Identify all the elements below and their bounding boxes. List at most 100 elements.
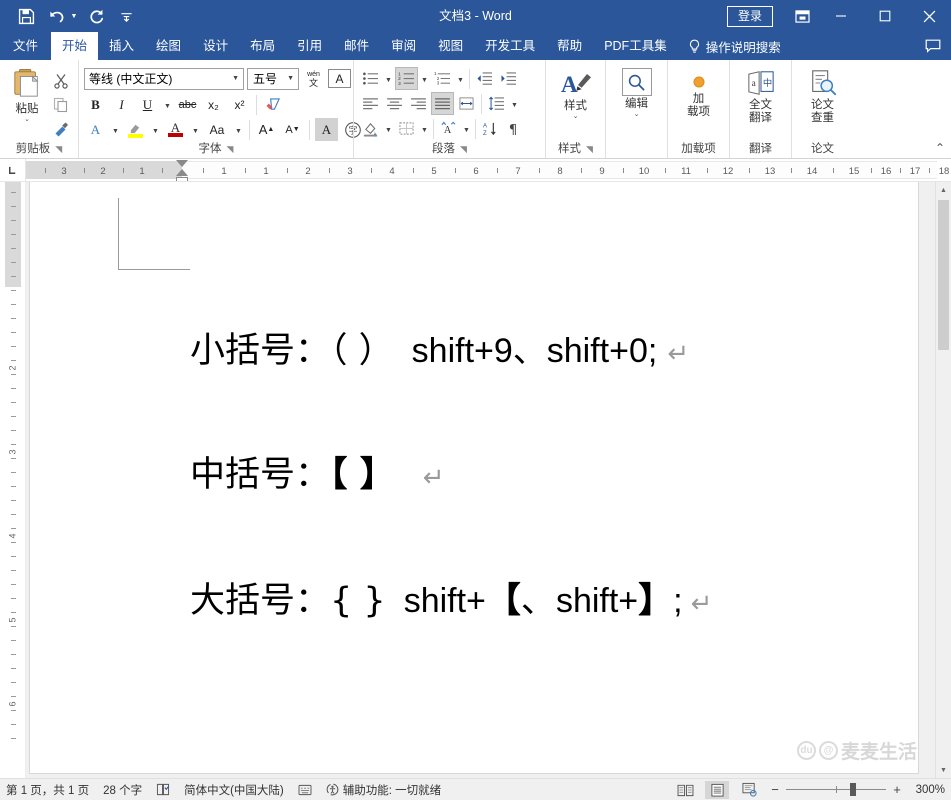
page-indicator[interactable]: 第 1 页，共 1 页 <box>6 782 89 798</box>
document-page[interactable]: 小括号：（ ） shift+9、shift+0; ↵ 中括号：【 】 ↵ 大括号：{ … <box>29 182 919 774</box>
align-left-icon[interactable] <box>359 92 382 115</box>
font-color-caret[interactable]: ▼ <box>190 118 201 141</box>
cut-icon[interactable] <box>49 70 73 92</box>
tab-draw[interactable]: 绘图 <box>145 32 192 60</box>
qat-more-icon[interactable] <box>112 3 140 29</box>
character-shading-icon[interactable]: A <box>315 118 338 141</box>
addins-button[interactable]: 加 载项 <box>673 65 724 119</box>
hanging-indent-marker[interactable] <box>176 169 188 176</box>
doc-line-2[interactable]: 中括号：【 】 ↵ <box>190 446 445 497</box>
tell-me-search[interactable]: 操作说明搜索 <box>678 32 791 60</box>
underline-caret[interactable]: ▼ <box>162 93 173 116</box>
change-case-button[interactable]: Aa <box>204 118 230 141</box>
tab-help[interactable]: 帮助 <box>546 32 593 60</box>
sign-in-button[interactable]: 登录 <box>726 5 773 27</box>
tab-pdf-tools[interactable]: PDF工具集 <box>593 32 678 60</box>
sort-icon[interactable]: AZ <box>479 117 502 140</box>
paste-button[interactable]: 粘贴 ⌄ <box>5 66 49 123</box>
scroll-up-arrow[interactable]: ▲ <box>936 182 951 198</box>
bold-button[interactable]: B <box>84 93 107 116</box>
borders-icon[interactable] <box>395 117 418 140</box>
zoom-level[interactable]: 300% <box>911 784 945 796</box>
print-layout-view-button[interactable] <box>705 780 729 799</box>
zoom-thumb[interactable] <box>850 783 856 796</box>
font-size-caret[interactable]: ▼ <box>283 75 298 82</box>
comment-icon[interactable] <box>915 32 951 60</box>
numbering-icon[interactable]: 123 <box>395 67 418 90</box>
editing-button[interactable]: 编辑 ⌄ <box>611 65 662 118</box>
align-right-icon[interactable] <box>407 92 430 115</box>
decrease-indent-icon[interactable] <box>473 67 496 90</box>
scrollbar-thumb[interactable] <box>938 200 949 350</box>
styles-button[interactable]: A 样式 ⌄ <box>551 65 600 120</box>
distributed-icon[interactable] <box>455 92 478 115</box>
collapse-ribbon-icon[interactable]: ⌃ <box>935 141 945 155</box>
highlight-color-caret[interactable]: ▼ <box>150 118 161 141</box>
clipboard-dialog-launcher[interactable]: ◥ <box>55 142 62 157</box>
redo-icon[interactable] <box>82 3 110 29</box>
save-icon[interactable] <box>12 3 40 29</box>
doc-line-1[interactable]: 小括号：（ ） shift+9、shift+0; ↵ <box>190 322 689 373</box>
paste-dropdown-caret[interactable]: ⌄ <box>24 116 30 123</box>
zoom-slider[interactable]: − + <box>769 782 903 797</box>
minimize-button[interactable] <box>819 0 863 32</box>
shrink-font-button[interactable]: A ▼ <box>281 118 304 141</box>
scroll-down-arrow[interactable]: ▼ <box>936 762 951 778</box>
web-layout-view-button[interactable] <box>737 781 761 799</box>
tab-view[interactable]: 视图 <box>427 32 474 60</box>
undo-icon[interactable] <box>42 3 70 29</box>
underline-button[interactable]: U <box>136 93 159 116</box>
tab-developer[interactable]: 开发工具 <box>474 32 546 60</box>
font-name-caret[interactable]: ▼ <box>228 75 243 82</box>
styles-dropdown-caret[interactable]: ⌄ <box>573 113 579 120</box>
line-spacing-icon[interactable] <box>485 92 508 115</box>
close-button[interactable] <box>907 0 951 32</box>
subscript-button[interactable]: x₂ <box>202 93 225 116</box>
numbering-caret[interactable]: ▼ <box>419 67 430 90</box>
tab-insert[interactable]: 插入 <box>98 32 145 60</box>
change-case-caret[interactable]: ▼ <box>233 118 244 141</box>
ruler-track[interactable]: 3 2 1 1 1 2 3 4 5 6 7 8 9 10 11 12 13 14… <box>26 159 951 181</box>
ribbon-display-options-icon[interactable] <box>785 0 819 32</box>
text-highlight-color-icon[interactable] <box>124 118 147 141</box>
grow-font-button[interactable]: A ▲ <box>255 118 278 141</box>
zoom-track[interactable] <box>786 783 886 796</box>
clear-formatting-icon[interactable] <box>262 93 285 116</box>
shading-icon[interactable] <box>359 117 382 140</box>
bullets-icon[interactable] <box>359 67 382 90</box>
editing-dropdown-caret[interactable]: ⌄ <box>634 111 640 118</box>
language-indicator[interactable]: 简体中文(中国大陆) <box>184 782 284 798</box>
plagiarism-check-button[interactable]: 论文 查重 <box>797 65 848 125</box>
vertical-scrollbar[interactable]: ▲ ▼ <box>935 182 951 778</box>
bullets-caret[interactable]: ▼ <box>383 67 394 90</box>
ime-icon[interactable] <box>298 784 312 796</box>
tab-references[interactable]: 引用 <box>286 32 333 60</box>
text-effects-caret[interactable]: ▼ <box>110 118 121 141</box>
asian-layout-caret[interactable]: ▼ <box>461 117 472 140</box>
phonetic-guide-icon[interactable]: wén 文 <box>302 67 325 90</box>
copy-icon[interactable] <box>49 94 73 116</box>
tab-mailings[interactable]: 邮件 <box>333 32 380 60</box>
multilevel-list-icon[interactable]: 123 <box>431 67 454 90</box>
font-name-input[interactable]: 等线 (中文正文) ▼ <box>84 67 244 90</box>
read-mode-view-button[interactable] <box>673 781 697 799</box>
doc-line-3[interactable]: 大括号：{ } shift+【、shift+】; ↵ <box>190 572 712 623</box>
tab-layout[interactable]: 布局 <box>239 32 286 60</box>
show-formatting-marks-icon[interactable]: ¶ <box>503 117 526 140</box>
line-spacing-caret[interactable]: ▼ <box>509 92 520 115</box>
tab-file[interactable]: 文件 <box>0 32 51 60</box>
paragraph-dialog-launcher[interactable]: ◥ <box>460 142 467 157</box>
multilevel-caret[interactable]: ▼ <box>455 67 466 90</box>
zoom-out-button[interactable]: − <box>769 782 781 797</box>
styles-dialog-launcher[interactable]: ◥ <box>586 142 593 157</box>
font-color-icon[interactable]: A <box>164 118 187 141</box>
borders-caret[interactable]: ▼ <box>419 117 430 140</box>
tab-stop-selector[interactable] <box>0 159 26 181</box>
italic-button[interactable]: I <box>110 93 133 116</box>
justify-icon[interactable] <box>431 92 454 115</box>
phonetic-asian-layout-icon[interactable]: A <box>437 117 460 140</box>
increase-indent-icon[interactable] <box>497 67 520 90</box>
align-center-icon[interactable] <box>383 92 406 115</box>
strikethrough-button[interactable]: abc <box>176 93 199 116</box>
undo-dropdown-caret[interactable]: ▼ <box>68 13 80 20</box>
